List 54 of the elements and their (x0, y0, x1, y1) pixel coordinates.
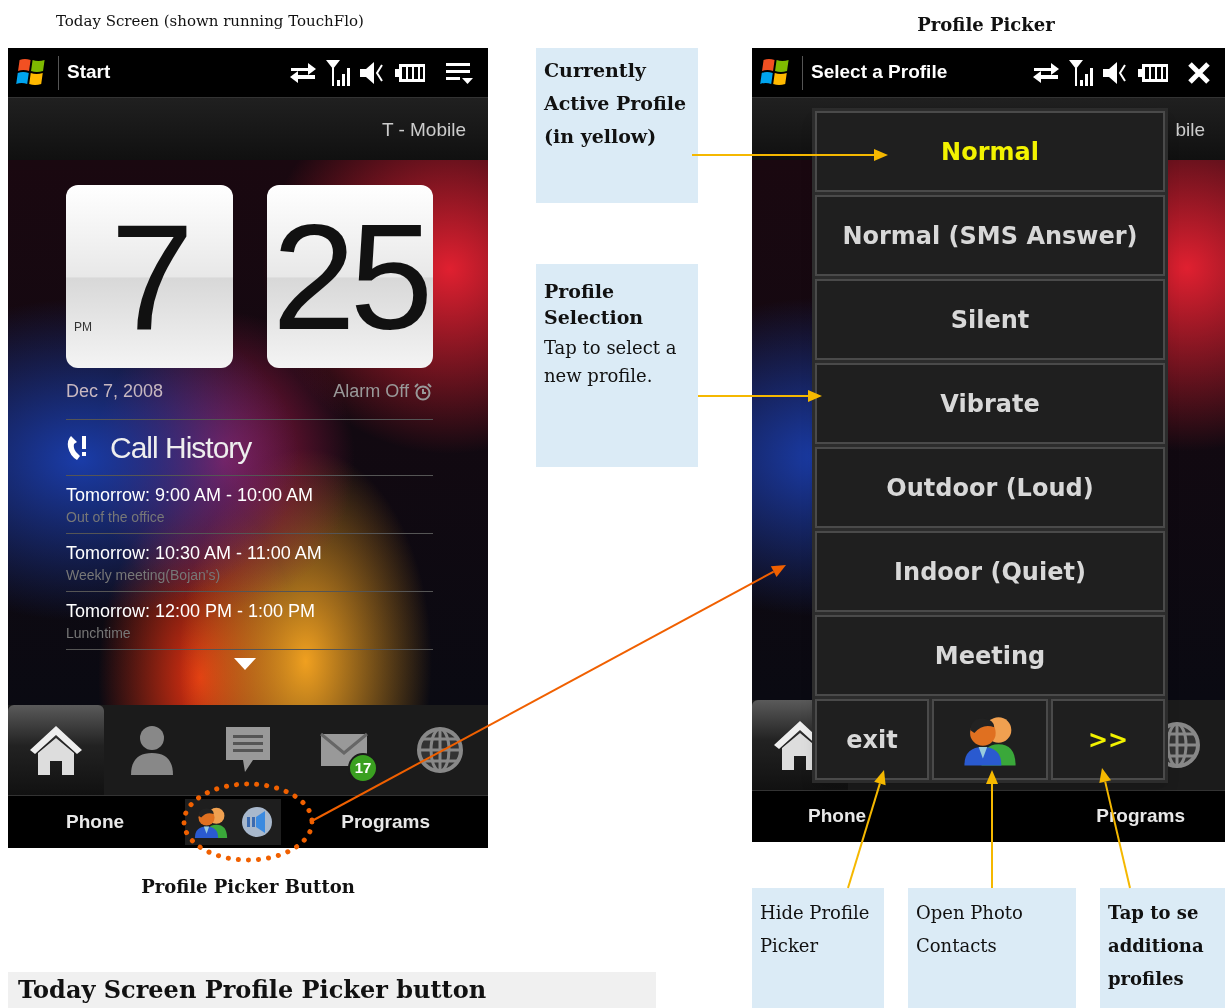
appointment-item[interactable]: Tomorrow: 9:00 AM - 10:00 AM Out of the office (66, 476, 433, 534)
softkey[interactable]: Phone (808, 802, 867, 831)
callout-text: Open Photo Contacts (916, 901, 1024, 958)
profile-option[interactable]: Silent (815, 279, 1165, 360)
profile-option[interactable]: Normal (815, 111, 1165, 192)
softkey[interactable]: Phone (66, 807, 125, 837)
appointment-time: Tomorrow: 9:00 AM - 10:00 AM (66, 483, 315, 507)
callout-text: Currently Active Profile (in yellow) (544, 58, 688, 149)
signal-strength-icon[interactable] (324, 57, 352, 88)
caption: Profile Picker Button (140, 875, 356, 899)
exit-button[interactable]: exit (815, 699, 929, 780)
appointment-time: Tomorrow: 10:30 AM - 11:00 AM (66, 541, 323, 565)
appointment-item[interactable]: Tomorrow: 12:00 PM - 1:00 PM Lunchtime (66, 592, 433, 650)
profile-picker-button[interactable] (192, 805, 229, 839)
profile-option[interactable]: Vibrate (815, 363, 1165, 444)
caption: Profile Picker (916, 13, 1056, 37)
home-icon (28, 723, 84, 777)
am-pm-label: PM (74, 319, 92, 336)
clock-digits: 25 (272, 201, 428, 352)
softkey[interactable]: Programs (341, 807, 430, 837)
globe-icon (415, 725, 465, 775)
profile-option[interactable]: Meeting (815, 615, 1165, 696)
notification-badge: 17 (348, 753, 378, 783)
scroll-down-arrow-icon[interactable] (233, 658, 256, 670)
date-label: Dec 7, 2008 (66, 380, 164, 403)
profile-option[interactable]: Outdoor (Loud) (815, 447, 1165, 528)
speaker-circle-icon[interactable] (240, 806, 273, 838)
appointment-subject: Lunchtime (66, 623, 132, 643)
home-tab[interactable] (8, 705, 104, 795)
battery-icon[interactable] (394, 61, 426, 84)
photo-contacts-button[interactable] (932, 699, 1048, 780)
battery-icon[interactable] (1137, 61, 1169, 84)
carrier-name: bile (1175, 118, 1205, 142)
window-title: Start (67, 60, 111, 85)
more-profiles-button[interactable]: >> (1051, 699, 1165, 780)
alarm-label: Alarm Off (333, 380, 409, 403)
appointment-time: Tomorrow: 12:00 PM - 1:00 PM (66, 599, 317, 623)
alarm-clock-icon (413, 381, 433, 402)
callout-text: Tap to select a new profile. (544, 336, 678, 388)
caption: Today Screen (shown running TouchFlo) (56, 11, 364, 32)
carrier-name: T - Mobile (381, 118, 466, 142)
signal-strength-icon[interactable] (1067, 57, 1095, 88)
close-icon[interactable] (1187, 60, 1211, 85)
section-title: Call History (110, 430, 252, 466)
profile-option[interactable]: Indoor (Quiet) (815, 531, 1165, 612)
person-icon (129, 723, 175, 777)
section-heading: Today Screen Profile Picker button (18, 974, 487, 1006)
window-title: Select a Profile (811, 60, 948, 85)
clock-digits: 7 (110, 201, 188, 352)
profile-option[interactable]: Normal (SMS Answer) (815, 195, 1165, 276)
appointment-subject: Out of the office (66, 507, 166, 527)
callout-text: Hide Profile Picker (760, 901, 871, 958)
callout-title: Profile Selection (544, 279, 645, 330)
callout-text: Tap to se additiona profiles (1108, 901, 1205, 991)
